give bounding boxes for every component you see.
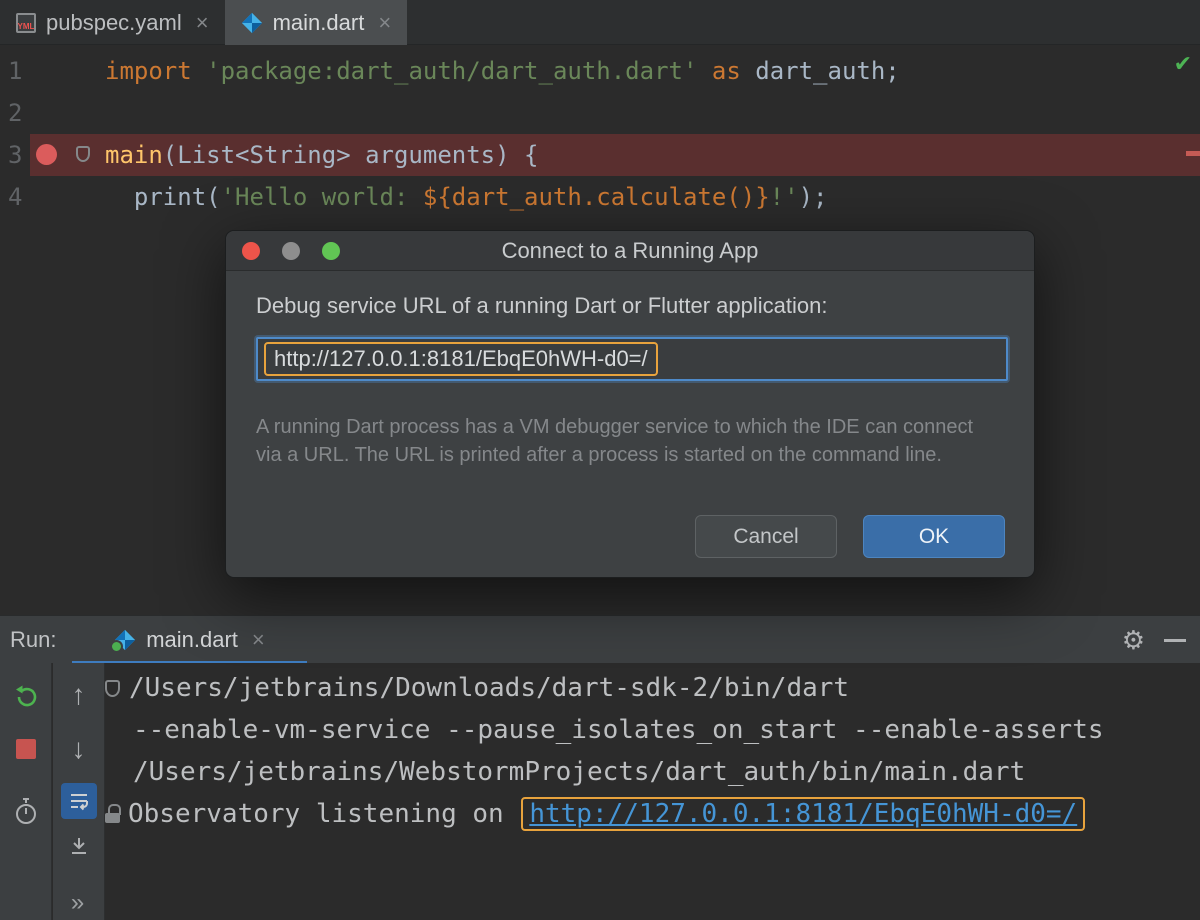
dialog-titlebar[interactable]: Connect to a Running App [226,231,1034,271]
debug-url-value: http://127.0.0.1:8181/EbqE0hWH-d0=/ [274,346,648,371]
line-number[interactable]: 2 [0,92,95,134]
breakpoint-icon[interactable] [36,144,57,165]
editor-gutter[interactable]: 1234 [0,45,95,218]
debug-url-label: Debug service URL of a running Dart or F… [256,293,827,319]
down-stack-icon[interactable]: ↓ [72,735,86,763]
dialog-buttons: Cancel OK [695,515,1005,558]
code-line[interactable]: import 'package:dart_auth/dart_auth.dart… [105,50,1200,92]
code-token [192,57,206,85]
console-line: Observatory listening on http://127.0.0.… [105,793,1200,835]
code-line[interactable] [105,92,1200,134]
up-stack-icon[interactable]: ↑ [72,681,86,709]
code-token: 'Hello world: [221,183,423,211]
inspection-ok-icon: ✔ [1174,51,1192,77]
line-number[interactable]: 1 [0,50,95,92]
console-text: /Users/jetbrains/Downloads/dart-sdk-2/bi… [129,673,849,703]
tab-label: main.dart [273,10,365,36]
code-token: as [712,57,741,85]
rerun-button[interactable] [13,683,39,714]
code-token [697,57,711,85]
annotation-highlight: http://127.0.0.1:8181/EbqE0hWH-d0=/ [264,342,658,376]
code-token: !' [770,183,799,211]
dialog-description: A running Dart process has a VM debugger… [256,413,996,469]
ok-button[interactable]: OK [863,515,1005,558]
scroll-to-end-icon[interactable] [68,835,90,862]
code-token: (List<String> arguments) { [163,141,539,169]
run-toolbar [0,663,52,920]
tab-pubspec-yaml[interactable]: YML pubspec.yaml × [0,0,225,45]
error-stripe-mark[interactable] [1186,151,1200,156]
editor-tab-bar: YML pubspec.yaml × main.dart × [0,0,1200,45]
run-panel-label: Run: [10,616,56,664]
yaml-badge: YML [17,22,35,31]
code-token: import [105,57,192,85]
code-line[interactable]: print('Hello world: ${dart_auth.calculat… [105,176,1200,218]
zoom-window-button[interactable] [322,242,340,260]
code-token: print( [105,183,221,211]
console-line: /Users/jetbrains/WebstormProjects/dart_a… [105,751,1200,793]
console-line: --enable-vm-service --pause_isolates_on_… [105,709,1200,751]
close-tab-icon[interactable]: × [196,10,209,36]
minimize-window-button[interactable] [282,242,300,260]
close-tab-icon[interactable]: × [252,627,265,653]
console-output[interactable]: /Users/jetbrains/Downloads/dart-sdk-2/bi… [105,663,1200,920]
code-line[interactable]: main(List<String> arguments) { [105,134,1200,176]
debug-url-input[interactable]: http://127.0.0.1:8181/EbqE0hWH-d0=/ [256,337,1008,381]
lock-marker-icon[interactable] [105,804,121,824]
line-number[interactable]: 4 [0,176,95,218]
timer-icon[interactable] [13,797,39,830]
ide-window: YML pubspec.yaml × main.dart × 1234 impo… [0,0,1200,920]
more-icon[interactable]: » [71,889,86,917]
fold-marker-icon[interactable] [105,680,120,697]
hide-panel-icon[interactable] [1164,639,1186,642]
annotation-highlight: http://127.0.0.1:8181/EbqE0hWH-d0=/ [521,797,1085,831]
code-token: dart_auth; [741,57,900,85]
run-tab-main-dart[interactable]: main.dart × [72,616,307,664]
run-tab-label: main.dart [146,627,238,653]
dialog-title: Connect to a Running App [226,231,1034,271]
console-toolbar: ↑ ↓ » [53,663,105,920]
soft-wrap-icon[interactable] [61,783,97,819]
console-text: /Users/jetbrains/WebstormProjects/dart_a… [133,757,1025,787]
observatory-url-link[interactable]: http://127.0.0.1:8181/EbqE0hWH-d0=/ [529,799,1077,829]
run-panel-header: Run: main.dart × ⚙ [0,615,1200,663]
console-text: --enable-vm-service --pause_isolates_on_… [133,715,1104,745]
dart-run-icon [114,629,136,651]
connect-dialog: Connect to a Running App Debug service U… [225,230,1035,578]
close-window-button[interactable] [242,242,260,260]
cancel-button[interactable]: Cancel [695,515,837,558]
stop-button[interactable] [16,739,36,759]
fold-marker-icon[interactable] [76,146,90,162]
code-token: main [105,141,163,169]
console-text: Observatory listening on [128,799,519,829]
yaml-file-icon: YML [16,13,36,33]
code-token: 'package:dart_auth/dart_auth.dart' [206,57,697,85]
editor-lines: import 'package:dart_auth/dart_auth.dart… [95,45,1200,218]
code-token: ); [799,183,828,211]
tab-main-dart[interactable]: main.dart × [225,0,408,45]
console-line: /Users/jetbrains/Downloads/dart-sdk-2/bi… [105,667,1200,709]
settings-gear-icon[interactable]: ⚙ [1122,616,1145,664]
close-tab-icon[interactable]: × [378,10,391,36]
tab-label: pubspec.yaml [46,10,182,36]
dart-file-icon [241,12,263,34]
code-token: ${dart_auth.calculate()} [423,183,770,211]
